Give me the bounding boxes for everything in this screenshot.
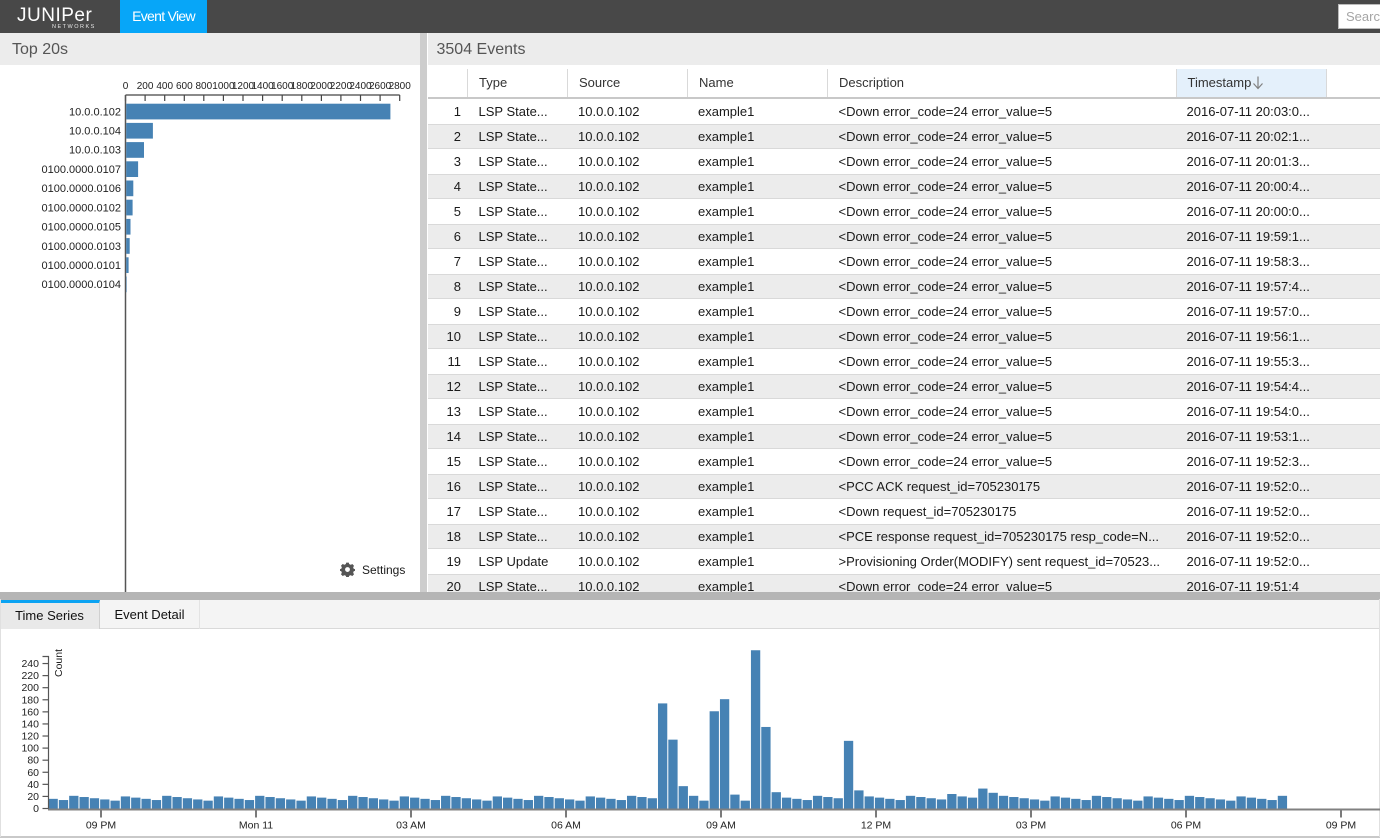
svg-text:10.0.0.103: 10.0.0.103: [69, 145, 121, 157]
svg-text:200: 200: [21, 682, 39, 694]
svg-text:03 PM: 03 PM: [1016, 820, 1046, 832]
svg-text:09 AM: 09 AM: [706, 820, 736, 832]
svg-text:09 PM: 09 PM: [86, 820, 116, 832]
svg-text:03 AM: 03 AM: [396, 820, 426, 832]
svg-text:0100.0000.0107: 0100.0000.0107: [41, 164, 121, 176]
svg-text:Count: Count: [53, 649, 65, 677]
svg-text:40: 40: [27, 779, 39, 791]
svg-text:0: 0: [123, 81, 129, 92]
svg-text:12 PM: 12 PM: [861, 820, 891, 832]
svg-text:06 PM: 06 PM: [1171, 820, 1201, 832]
svg-text:100: 100: [21, 743, 39, 755]
svg-text:09 PM: 09 PM: [1326, 820, 1356, 832]
svg-text:10.0.0.102: 10.0.0.102: [69, 106, 121, 118]
svg-text:0100.0000.0103: 0100.0000.0103: [41, 241, 121, 253]
svg-text:0: 0: [33, 803, 39, 815]
svg-text:800: 800: [195, 81, 212, 92]
svg-text:0100.0000.0106: 0100.0000.0106: [41, 183, 121, 195]
svg-text:400: 400: [156, 81, 173, 92]
svg-text:180: 180: [21, 694, 39, 706]
svg-text:220: 220: [21, 670, 39, 682]
svg-text:200: 200: [137, 81, 154, 92]
svg-text:2800: 2800: [389, 81, 412, 92]
svg-text:80: 80: [27, 755, 39, 767]
svg-text:160: 160: [21, 706, 39, 718]
svg-text:10.0.0.104: 10.0.0.104: [69, 126, 121, 138]
svg-text:0100.0000.0105: 0100.0000.0105: [41, 222, 121, 234]
svg-text:06 AM: 06 AM: [551, 820, 581, 832]
svg-text:0100.0000.0102: 0100.0000.0102: [41, 202, 121, 214]
svg-text:240: 240: [21, 658, 39, 670]
svg-text:20: 20: [27, 791, 39, 803]
svg-text:Mon 11: Mon 11: [239, 820, 273, 832]
svg-text:120: 120: [21, 731, 39, 743]
svg-text:0100.0000.0104: 0100.0000.0104: [41, 279, 121, 291]
svg-text:140: 140: [21, 718, 39, 730]
svg-text:60: 60: [27, 767, 39, 779]
svg-text:600: 600: [176, 81, 193, 92]
svg-text:0100.0000.0101: 0100.0000.0101: [41, 260, 121, 272]
